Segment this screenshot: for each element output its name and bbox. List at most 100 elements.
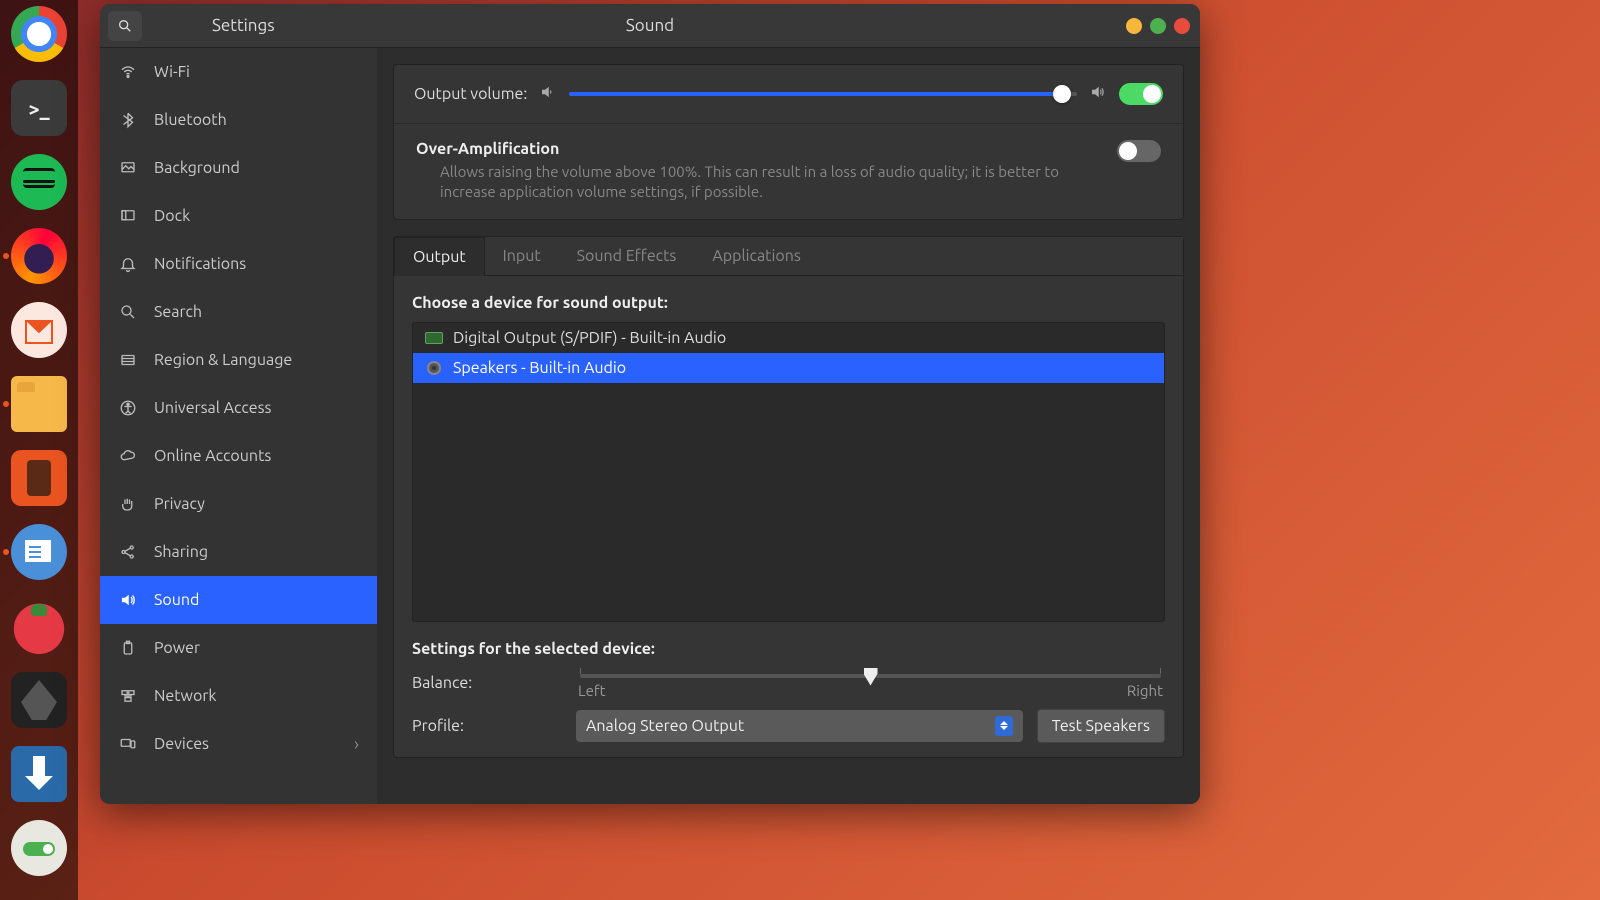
window-maximize-button[interactable] — [1150, 18, 1166, 34]
sidebar-item-universal-access[interactable]: Universal Access — [100, 384, 377, 432]
dock-app-mail[interactable] — [11, 302, 67, 358]
titlebar[interactable]: Settings Sound — [100, 4, 1200, 48]
over-amplification-toggle[interactable] — [1117, 140, 1161, 162]
app-title: Settings — [212, 16, 275, 35]
sidebar-item-label: Network — [154, 687, 216, 705]
test-speakers-button[interactable]: Test Speakers — [1037, 709, 1165, 743]
sidebar-item-label: Devices — [154, 735, 209, 753]
sidebar-item-background[interactable]: Background — [100, 144, 377, 192]
volume-panel: Output volume: Over-Amplification Allows… — [393, 64, 1184, 220]
sidebar-item-label: Power — [154, 639, 200, 657]
globe-icon — [118, 350, 138, 370]
devices-panel: Output Input Sound Effects Applications … — [393, 236, 1184, 758]
volume-high-icon — [1089, 83, 1107, 105]
dock-app-libreoffice[interactable] — [11, 524, 67, 580]
tab-applications[interactable]: Applications — [694, 237, 818, 275]
speaker-icon — [425, 361, 443, 375]
volume-low-icon — [539, 83, 557, 105]
settings-window: Settings Sound Wi-Fi Bluetooth Backgroun… — [100, 4, 1200, 804]
sidebar-item-sharing[interactable]: Sharing — [100, 528, 377, 576]
sidebar-item-bluetooth[interactable]: Bluetooth — [100, 96, 377, 144]
profile-label: Profile: — [412, 717, 562, 735]
sidebar-item-label: Sharing — [154, 543, 208, 561]
sidebar-item-label: Search — [154, 303, 202, 321]
selected-device-settings-label: Settings for the selected device: — [412, 640, 1165, 658]
sidebar-item-label: Bluetooth — [154, 111, 227, 129]
balance-label: Balance: — [412, 674, 562, 692]
sidebar-item-power[interactable]: Power — [100, 624, 377, 672]
slider-thumb[interactable] — [1053, 85, 1071, 103]
sidebar-item-region-language[interactable]: Region & Language — [100, 336, 377, 384]
window-close-button[interactable] — [1174, 18, 1190, 34]
search-button[interactable] — [108, 11, 142, 41]
hand-icon — [118, 494, 138, 514]
sidebar-item-privacy[interactable]: Privacy — [100, 480, 377, 528]
dock-app-chrome[interactable] — [11, 6, 67, 62]
over-amplification-description: Allows raising the volume above 100%. Th… — [416, 162, 1103, 203]
balance-right-label: Right — [1127, 682, 1163, 699]
background-icon — [118, 158, 138, 178]
settings-sidebar[interactable]: Wi-Fi Bluetooth Background Dock Notifica… — [100, 48, 377, 804]
device-row[interactable]: Speakers - Built-in Audio — [413, 353, 1164, 383]
sidebar-item-label: Universal Access — [154, 399, 272, 417]
bell-icon — [118, 254, 138, 274]
sidebar-item-wifi[interactable]: Wi-Fi — [100, 48, 377, 96]
sidebar-item-notifications[interactable]: Notifications — [100, 240, 377, 288]
dock-app-spotify[interactable] — [11, 154, 67, 210]
bluetooth-icon — [118, 110, 138, 130]
dock-app-settings[interactable] — [11, 450, 67, 506]
sound-tabs: Output Input Sound Effects Applications — [394, 237, 1183, 276]
power-icon — [118, 638, 138, 658]
tab-sound-effects[interactable]: Sound Effects — [559, 237, 695, 275]
share-icon — [118, 542, 138, 562]
profile-selected-value: Analog Stereo Output — [586, 717, 744, 735]
dock-app-downloader[interactable] — [11, 746, 67, 802]
device-label: Digital Output (S/PDIF) - Built-in Audio — [453, 329, 726, 347]
output-volume-slider[interactable] — [569, 92, 1077, 96]
sidebar-item-search[interactable]: Search — [100, 288, 377, 336]
cloud-icon — [118, 446, 138, 466]
dock-app-strawberry[interactable] — [11, 598, 67, 654]
sidebar-item-sound[interactable]: Sound — [100, 576, 377, 624]
devices-icon — [118, 734, 138, 754]
balance-slider[interactable] — [580, 674, 1161, 678]
device-row[interactable]: Digital Output (S/PDIF) - Built-in Audio — [413, 323, 1164, 353]
content-area: Output volume: Over-Amplification Allows… — [377, 48, 1200, 804]
sidebar-item-label: Privacy — [154, 495, 205, 513]
select-arrows-icon — [995, 716, 1013, 736]
accessibility-icon — [118, 398, 138, 418]
wifi-icon — [118, 62, 138, 82]
page-title: Sound — [626, 16, 674, 35]
sound-icon — [118, 590, 138, 610]
sidebar-item-label: Region & Language — [154, 351, 292, 369]
sidebar-item-label: Sound — [154, 591, 199, 609]
profile-select[interactable]: Analog Stereo Output — [576, 710, 1023, 742]
sidebar-item-network[interactable]: Network — [100, 672, 377, 720]
device-label: Speakers - Built-in Audio — [453, 359, 626, 377]
output-device-list[interactable]: Digital Output (S/PDIF) - Built-in Audio… — [412, 322, 1165, 622]
dock-icon — [118, 206, 138, 226]
over-amplification-title: Over-Amplification — [416, 140, 1103, 158]
sidebar-item-label: Background — [154, 159, 240, 177]
output-enabled-toggle[interactable] — [1119, 83, 1163, 105]
output-volume-label: Output volume: — [414, 85, 527, 103]
dock-app-firefox[interactable] — [11, 228, 67, 284]
sidebar-item-label: Online Accounts — [154, 447, 271, 465]
tab-input[interactable]: Input — [485, 237, 559, 275]
sound-card-icon — [425, 331, 443, 345]
chevron-right-icon: › — [354, 734, 359, 754]
sidebar-item-dock[interactable]: Dock — [100, 192, 377, 240]
dock-app-terminal[interactable] — [11, 80, 67, 136]
balance-left-label: Left — [578, 682, 606, 699]
choose-device-label: Choose a device for sound output: — [412, 294, 1165, 312]
sidebar-item-online-accounts[interactable]: Online Accounts — [100, 432, 377, 480]
tab-output[interactable]: Output — [394, 237, 485, 276]
sidebar-item-label: Dock — [154, 207, 190, 225]
network-icon — [118, 686, 138, 706]
dock-app-tweaks[interactable] — [11, 820, 67, 876]
dock-app-files[interactable] — [11, 376, 67, 432]
search-icon — [118, 302, 138, 322]
window-minimize-button[interactable] — [1126, 18, 1142, 34]
sidebar-item-devices[interactable]: Devices › — [100, 720, 377, 768]
dock-app-inkscape[interactable] — [11, 672, 67, 728]
